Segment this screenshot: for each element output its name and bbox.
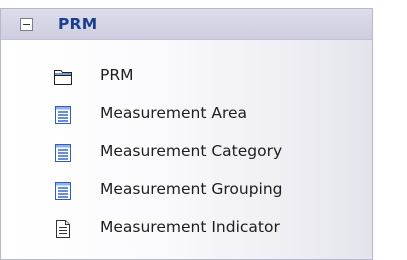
toolbox-item-measurement-area[interactable]: Measurement Area (53, 102, 363, 128)
toolbox-item-prm[interactable]: PRM (53, 64, 363, 90)
page-document-icon (56, 220, 70, 238)
toolbox-item-measurement-indicator[interactable]: Measurement Indicator (53, 216, 363, 242)
collapse-icon[interactable] (20, 18, 33, 31)
toolbox-item-label: Measurement Indicator (100, 218, 280, 236)
list-document-icon (55, 106, 71, 124)
toolbox-item-label: PRM (100, 66, 134, 84)
toolbox-panel: PRM PRM Measurement Area Measurement Cat… (0, 8, 373, 260)
group-title: PRM (58, 15, 98, 33)
group-header[interactable]: PRM (1, 9, 372, 40)
toolbox-item-measurement-grouping[interactable]: Measurement Grouping (53, 178, 363, 204)
list-document-icon (55, 144, 71, 162)
toolbox-item-label: Measurement Area (100, 104, 248, 122)
list-document-icon (55, 182, 71, 200)
toolbox-item-label: Measurement Category (100, 142, 283, 160)
toolbox-item-measurement-category[interactable]: Measurement Category (53, 140, 363, 166)
package-folder-icon (54, 70, 72, 85)
toolbox-item-label: Measurement Grouping (100, 180, 283, 198)
